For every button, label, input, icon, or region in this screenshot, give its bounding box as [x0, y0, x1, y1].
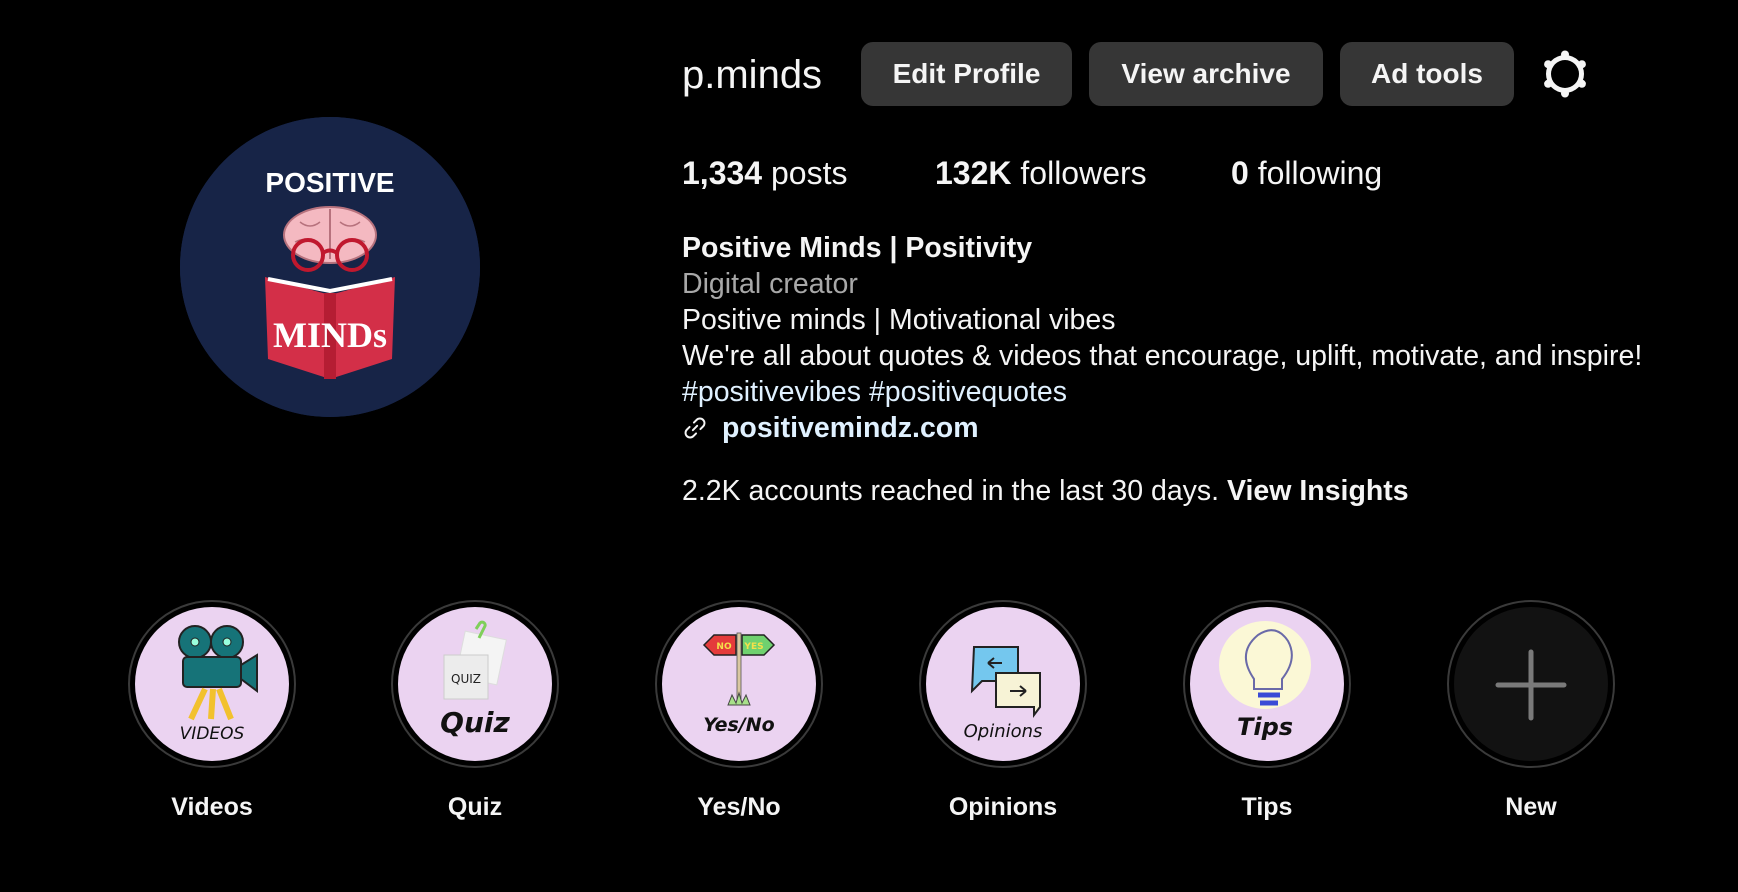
highlight-quiz[interactable]: QUIZ Quiz Quiz — [390, 600, 560, 822]
chat-bubbles-icon: Opinions — [964, 646, 1043, 742]
website-url: positivemindz.com — [722, 412, 979, 444]
book-icon: MINDs — [265, 277, 395, 379]
highlight-label: New — [1505, 793, 1557, 821]
following-number: 0 — [1231, 155, 1249, 191]
hashtag-link[interactable]: #positivequotes — [869, 376, 1067, 408]
highlight-label: Opinions — [948, 793, 1058, 821]
followers-number: 132K — [935, 155, 1012, 191]
profile-avatar[interactable]: POSITIVE MINDs — [180, 117, 480, 417]
logo-top-text: POSITIVE — [265, 167, 394, 198]
highlight-cover: NO YES Yes/No — [662, 607, 816, 761]
sign-right-text: YES — [743, 642, 763, 652]
highlight-cover — [1454, 607, 1608, 761]
highlight-cover: VIDEOS — [135, 607, 289, 761]
bio-hashtags: #positivevibes #positivequotes — [682, 374, 1067, 410]
view-archive-button[interactable]: View archive — [1089, 42, 1323, 106]
view-insights-link[interactable]: View Insights — [1227, 475, 1409, 507]
followers-link[interactable]: 132K followers — [935, 152, 1147, 194]
username: p.minds — [682, 53, 823, 97]
edit-profile-button[interactable]: Edit Profile — [861, 42, 1072, 106]
plus-icon — [1495, 649, 1567, 721]
hashtag-link[interactable]: #positivevibes — [682, 376, 861, 408]
ad-tools-button[interactable]: Ad tools — [1340, 42, 1514, 106]
highlight-ring: QUIZ Quiz — [391, 600, 559, 768]
highlight-ring: Tips — [1183, 600, 1351, 768]
website-link[interactable]: positivemindz.com — [682, 410, 979, 446]
highlight-label: Yes/No — [697, 793, 781, 821]
insights-text: 2.2K accounts reached in the last 30 day… — [682, 475, 1220, 507]
link-icon — [684, 417, 706, 439]
cover-text: Quiz — [440, 706, 510, 739]
highlight-label: Quiz — [447, 793, 503, 821]
highlight-ring: NO YES Yes/No — [655, 600, 823, 768]
highlight-ring: Opinions — [919, 600, 1087, 768]
highlight-cover: Tips — [1190, 607, 1344, 761]
posts-count: 1,334 posts — [682, 152, 847, 194]
posts-label: posts — [770, 155, 848, 191]
cover-text: Yes/No — [703, 714, 774, 736]
lightbulb-icon: Tips — [1219, 621, 1311, 741]
highlight-cover: QUIZ Quiz — [398, 607, 552, 761]
new-highlight-button[interactable]: New — [1446, 600, 1616, 822]
profile-display-name: Positive Minds | Positivity — [682, 232, 1033, 264]
quiz-notes-icon: QUIZ Quiz — [440, 620, 511, 739]
highlight-tips[interactable]: Tips Tips — [1182, 600, 1352, 822]
highlight-opinions[interactable]: Opinions Opinions — [918, 600, 1088, 822]
bio-line: We're all about quotes & videos that enc… — [682, 340, 1643, 372]
followers-label: followers — [1020, 155, 1147, 191]
highlight-ring — [1447, 600, 1615, 768]
cover-text: VIDEOS — [180, 724, 245, 744]
highlight-ring: VIDEOS — [128, 600, 296, 768]
logo-book-text: MINDs — [273, 315, 387, 355]
highlight-label: Tips — [1241, 793, 1293, 821]
highlight-cover: Opinions — [926, 607, 1080, 761]
cover-subtext: QUIZ — [451, 672, 481, 686]
highlight-videos[interactable]: VIDEOS Videos — [127, 600, 297, 822]
signpost-icon: NO YES Yes/No — [702, 632, 776, 736]
highlight-label: Videos — [171, 793, 253, 821]
posts-number: 1,334 — [682, 155, 763, 191]
cover-text: Tips — [1237, 713, 1293, 741]
insights-summary: 2.2K accounts reached in the last 30 day… — [682, 472, 1409, 510]
positive-minds-logo: POSITIVE MINDs — [180, 117, 480, 417]
following-label: following — [1257, 155, 1383, 191]
gear-icon[interactable] — [1541, 50, 1589, 98]
following-link[interactable]: 0 following — [1231, 152, 1382, 194]
sign-left-text: NO — [716, 642, 732, 652]
profile-category: Digital creator — [682, 268, 858, 300]
video-camera-icon: VIDEOS — [178, 625, 258, 744]
highlight-yes-no[interactable]: NO YES Yes/No Yes/No — [654, 600, 824, 822]
bio-line: Positive minds | Motivational vibes — [682, 304, 1116, 336]
cover-text: Opinions — [964, 721, 1043, 742]
